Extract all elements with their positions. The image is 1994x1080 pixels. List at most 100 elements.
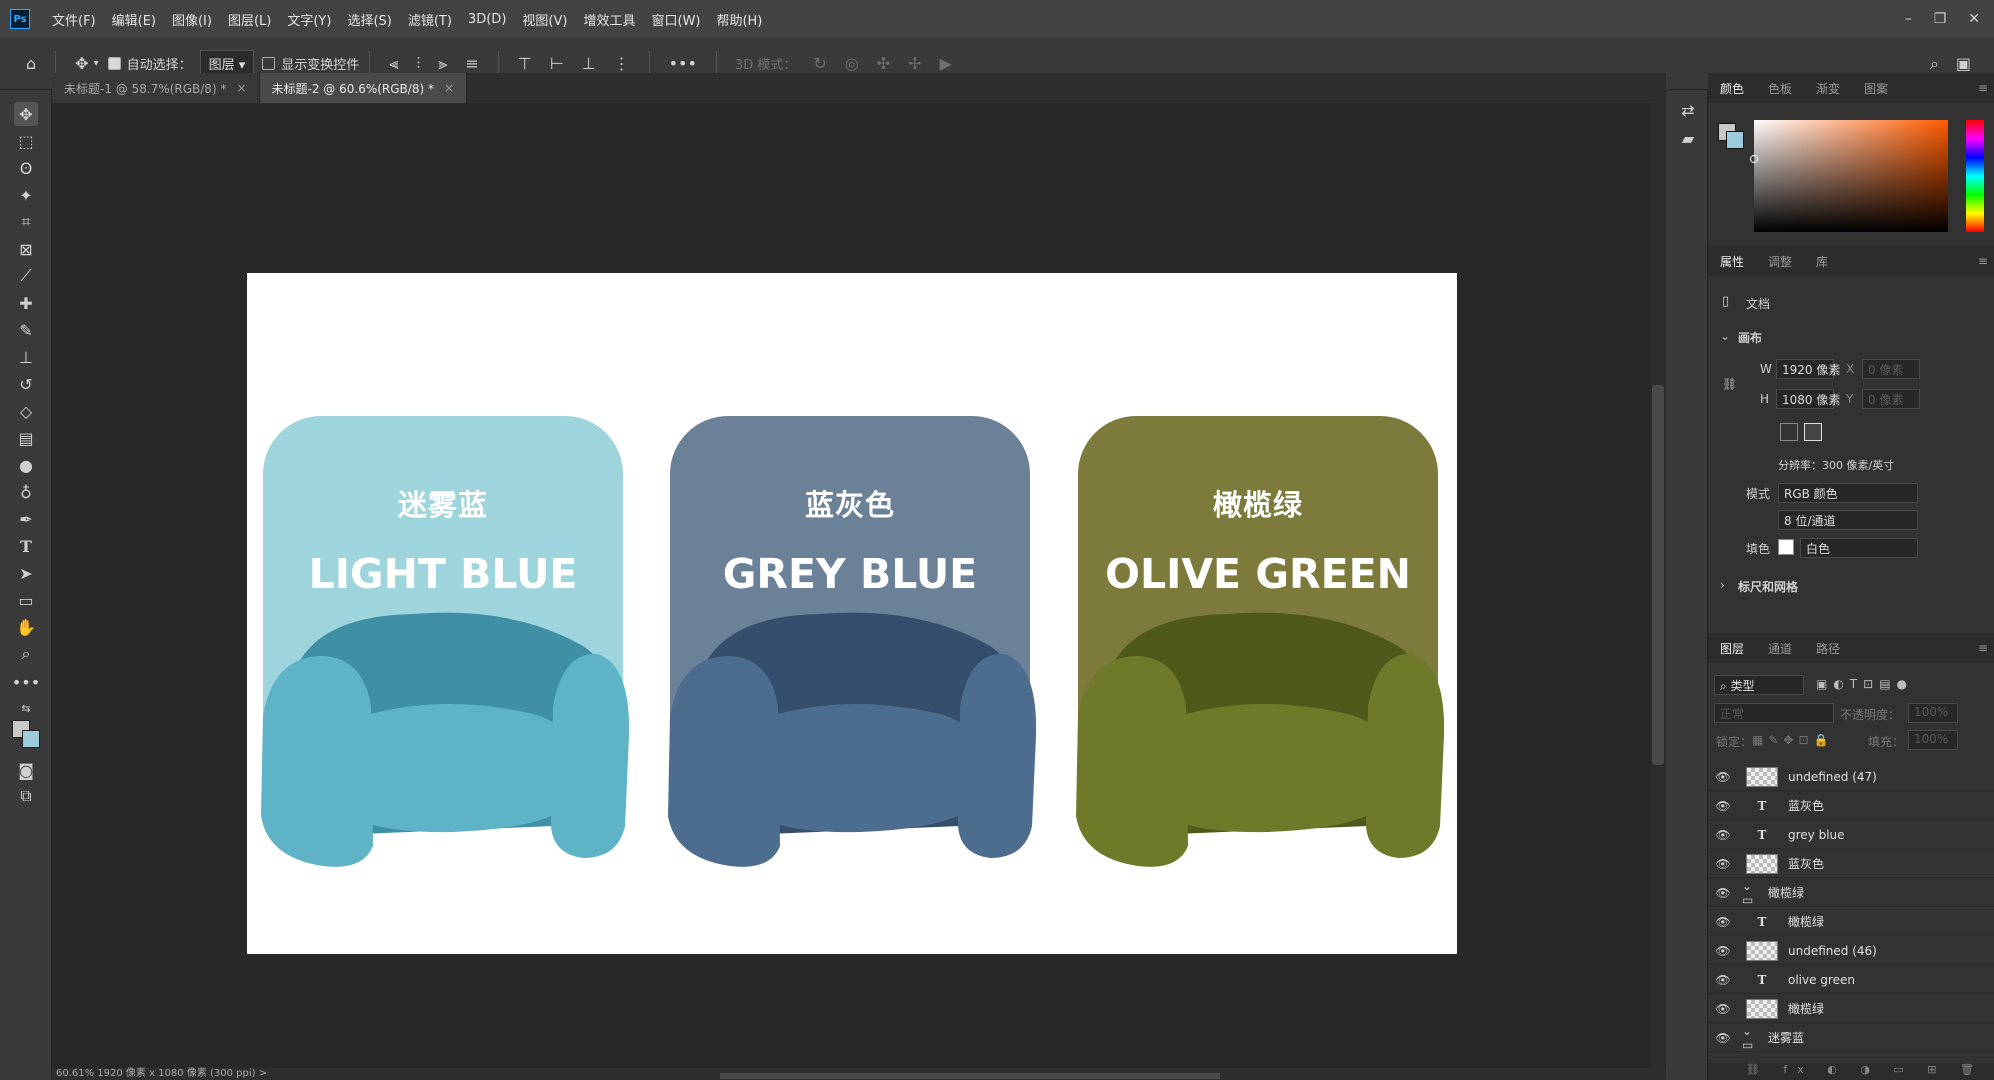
layer-row[interactable]: 👁 undefined (46) bbox=[1708, 937, 1994, 965]
lasso-tool-icon[interactable]: ʘ bbox=[14, 156, 38, 180]
visibility-eye-icon[interactable]: 👁 bbox=[1708, 886, 1738, 900]
width-field[interactable]: 1920 像素 bbox=[1776, 359, 1840, 379]
color-field-picker[interactable] bbox=[1754, 120, 1948, 232]
visibility-eye-icon[interactable]: 👁 bbox=[1708, 799, 1738, 813]
document-canvas[interactable]: 迷雾蓝 LIGHT BLUE 蓝灰色 GREY BLUE 橄榄绿 OLIVE G… bbox=[247, 273, 1457, 954]
panel-menu-icon[interactable]: ≡ bbox=[1978, 641, 1988, 655]
3d-camera-icon[interactable]: ▶ bbox=[940, 55, 952, 72]
path-select-icon[interactable]: ➤ bbox=[14, 561, 38, 585]
menu-image[interactable]: 图像(I) bbox=[164, 10, 220, 29]
menu-file[interactable]: 文件(F) bbox=[44, 10, 104, 29]
folder-icon[interactable]: ⌄ ▭ bbox=[1742, 1024, 1762, 1052]
tab-gradients[interactable]: 渐变 bbox=[1804, 80, 1852, 97]
show-transform-checkbox[interactable] bbox=[262, 57, 276, 70]
marquee-tool-icon[interactable]: ⬚ bbox=[14, 129, 38, 153]
align-bottom-icon[interactable]: ⊥ bbox=[582, 55, 596, 72]
move-tool-icon[interactable]: ✥ bbox=[14, 102, 38, 126]
chevron-right-icon[interactable]: › bbox=[1720, 578, 1725, 592]
chevron-down-icon[interactable]: ▾ bbox=[94, 58, 99, 69]
visibility-eye-icon[interactable]: 👁 bbox=[1708, 770, 1738, 784]
tab-layers[interactable]: 图层 bbox=[1708, 640, 1756, 657]
3d-slide-icon[interactable]: ✢ bbox=[908, 55, 921, 72]
y-field[interactable]: 0 像素 bbox=[1862, 389, 1920, 409]
landscape-orientation-icon[interactable] bbox=[1804, 423, 1822, 441]
workspace-icon[interactable]: ▣ bbox=[1956, 55, 1971, 72]
screen-mode-icon[interactable]: ⧉ bbox=[14, 784, 38, 808]
close-icon[interactable]: × bbox=[444, 81, 454, 95]
fill-color-swatch[interactable] bbox=[1778, 539, 1794, 555]
align-center-icon[interactable]: ⫶ bbox=[416, 55, 420, 72]
menu-view[interactable]: 视图(V) bbox=[514, 10, 575, 29]
align-middle-icon[interactable]: ⊢ bbox=[550, 55, 564, 72]
align-top-icon[interactable]: ⊤ bbox=[518, 55, 532, 72]
visibility-eye-icon[interactable]: 👁 bbox=[1708, 1002, 1738, 1016]
menu-edit[interactable]: 编辑(E) bbox=[104, 10, 164, 29]
layer-row[interactable]: 👁 undefined (47) bbox=[1708, 763, 1994, 791]
x-field[interactable]: 0 像素 bbox=[1862, 359, 1920, 379]
tab-paths[interactable]: 路径 bbox=[1804, 640, 1852, 657]
tab-properties[interactable]: 属性 bbox=[1708, 253, 1756, 270]
layers-footer-icons[interactable]: ⛓ fx ◐ ◑ ▭ ⊞ 🗑 bbox=[1708, 1063, 1994, 1080]
restore-button[interactable]: ❐ bbox=[1934, 11, 1947, 27]
fill-opacity-field[interactable]: 100% bbox=[1908, 730, 1958, 750]
vertical-scroll-thumb[interactable] bbox=[1652, 385, 1664, 765]
close-window-button[interactable]: ✕ bbox=[1968, 11, 1980, 27]
eyedropper-icon[interactable]: ⟋ bbox=[14, 264, 38, 288]
tab-document-1[interactable]: 未标题-1 @ 58.7%(RGB/8) * × bbox=[52, 73, 260, 103]
hue-slider[interactable] bbox=[1966, 120, 1984, 232]
tab-patterns[interactable]: 图案 bbox=[1852, 80, 1900, 97]
blur-tool-icon[interactable]: ● bbox=[14, 453, 38, 477]
panel-menu-icon[interactable]: ≡ bbox=[1978, 254, 1988, 268]
layer-row[interactable]: 👁 T 橄榄绿 bbox=[1708, 908, 1994, 936]
blend-mode-dropdown[interactable]: 正常 bbox=[1714, 703, 1834, 723]
layer-group-row[interactable]: 👁 ⌄ ▭ 迷雾蓝 bbox=[1708, 1024, 1994, 1052]
tab-channels[interactable]: 通道 bbox=[1756, 640, 1804, 657]
menu-plugins[interactable]: 增效工具 bbox=[575, 10, 643, 29]
auto-select-checkbox[interactable] bbox=[107, 57, 121, 70]
dodge-tool-icon[interactable]: ♁ bbox=[14, 480, 38, 504]
layer-row[interactable]: 👁 蓝灰色 bbox=[1708, 850, 1994, 878]
opacity-field[interactable]: 100% bbox=[1908, 703, 1958, 723]
align-left-icon[interactable]: ⫷ bbox=[389, 55, 398, 72]
comments-panel-icon[interactable]: ▰ bbox=[1676, 126, 1700, 150]
type-tool-icon[interactable]: T bbox=[14, 534, 38, 558]
3d-pan-icon[interactable]: ✣ bbox=[877, 55, 890, 72]
tab-swatches[interactable]: 色板 bbox=[1756, 80, 1804, 97]
visibility-eye-icon[interactable]: 👁 bbox=[1708, 1031, 1738, 1045]
layer-group-row[interactable]: 👁 ⌄ ▭ 橄榄绿 bbox=[1708, 879, 1994, 907]
layer-row[interactable]: 👁 橄榄绿 bbox=[1708, 995, 1994, 1023]
history-panel-icon[interactable]: ⇄ bbox=[1676, 98, 1700, 122]
canvas-section-title[interactable]: 画布 bbox=[1738, 329, 1762, 346]
folder-icon[interactable]: ⌄ ▭ bbox=[1742, 879, 1762, 907]
color-picker-cursor[interactable] bbox=[1750, 155, 1758, 163]
menu-select[interactable]: 选择(S) bbox=[339, 10, 399, 29]
history-brush-icon[interactable]: ↺ bbox=[14, 372, 38, 396]
fill-dropdown[interactable]: 白色 bbox=[1800, 538, 1918, 558]
visibility-eye-icon[interactable]: 👁 bbox=[1708, 973, 1738, 987]
pen-tool-icon[interactable]: ✒ bbox=[14, 507, 38, 531]
3d-orbit-icon[interactable]: ↻ bbox=[813, 55, 826, 72]
edit-toolbar-icon[interactable]: ••• bbox=[12, 670, 40, 694]
chevron-down-icon[interactable]: ⌄ bbox=[1720, 329, 1730, 343]
brush-tool-icon[interactable]: ✎ bbox=[14, 318, 38, 342]
panel-menu-icon[interactable]: ≡ bbox=[1978, 81, 1988, 95]
layer-row[interactable]: 👁 Tolive green bbox=[1708, 966, 1994, 994]
eraser-icon[interactable]: ◇ bbox=[14, 399, 38, 423]
visibility-eye-icon[interactable]: 👁 bbox=[1708, 944, 1738, 958]
rectangle-tool-icon[interactable]: ▭ bbox=[14, 588, 38, 612]
zoom-tool-icon[interactable]: ⌕ bbox=[14, 642, 38, 666]
menu-filter[interactable]: 滤镜(T) bbox=[400, 10, 460, 29]
healing-brush-icon[interactable]: ✚ bbox=[14, 291, 38, 315]
menu-3d[interactable]: 3D(D) bbox=[460, 12, 514, 27]
bit-depth-dropdown[interactable]: 8 位/通道 bbox=[1778, 510, 1918, 530]
quick-mask-icon[interactable]: ◙ bbox=[14, 758, 38, 782]
align-right-icon[interactable]: ⫸ bbox=[438, 55, 447, 72]
crop-tool-icon[interactable]: ⌗ bbox=[14, 210, 38, 234]
tab-document-2[interactable]: 未标题-2 @ 60.6%(RGB/8) * × bbox=[259, 73, 468, 103]
tab-adjustments[interactable]: 调整 bbox=[1756, 253, 1804, 270]
visibility-eye-icon[interactable]: 👁 bbox=[1708, 857, 1738, 871]
more-options-button[interactable]: ••• bbox=[669, 55, 697, 72]
background-color-swatch[interactable] bbox=[22, 730, 40, 748]
menu-type[interactable]: 文字(Y) bbox=[279, 10, 339, 29]
swap-colors-icon[interactable]: ⇆ bbox=[14, 696, 38, 720]
